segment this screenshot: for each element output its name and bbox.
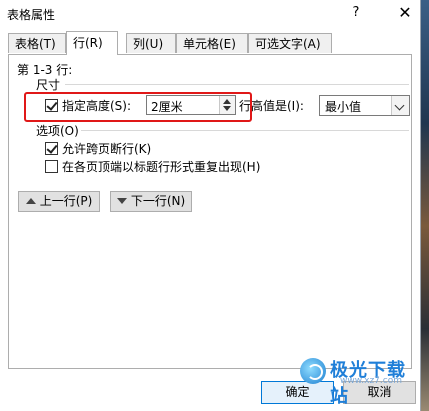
row-height-value: 2厘米 <box>151 100 183 114</box>
window-title: 表格属性 <box>7 8 56 22</box>
height-spinner[interactable] <box>219 96 235 114</box>
desktop-background <box>420 0 429 411</box>
repeat-header-checkbox[interactable] <box>45 160 58 173</box>
row-height-rule-value: 最小值 <box>325 100 362 114</box>
row-height-rule-select[interactable]: 最小值 <box>319 95 410 116</box>
options-divider <box>81 130 409 131</box>
spin-up-icon[interactable] <box>223 99 231 104</box>
previous-row-button[interactable]: 上一行(P) <box>18 191 100 212</box>
triangle-down-icon <box>116 198 127 204</box>
specify-height-checkbox[interactable] <box>45 99 58 112</box>
tab-alt-text[interactable]: 可选文字(A) <box>248 33 332 53</box>
tab-strip: 表格(T) 行(R) 列(U) 单元格(E) 可选文字(A) <box>8 31 418 55</box>
row-height-input[interactable]: 2厘米 <box>146 95 236 115</box>
chevron-down-icon[interactable] <box>391 96 409 115</box>
watermark-url: www.xz7.com <box>340 376 402 386</box>
next-row-button[interactable]: 下一行(N) <box>110 191 192 212</box>
check-icon <box>46 142 58 154</box>
close-button[interactable]: ✕ <box>393 2 417 24</box>
check-icon <box>46 99 58 111</box>
watermark-logo-icon <box>300 358 326 384</box>
options-section-heading: 选项(O) <box>36 124 79 138</box>
size-divider <box>65 84 409 85</box>
previous-row-label: 上一行(P) <box>39 194 93 208</box>
spin-down-icon[interactable] <box>223 106 231 111</box>
row-height-rule-label: 行高值是(I): <box>239 99 304 113</box>
tab-row[interactable]: 行(R) <box>66 31 118 55</box>
title-bar: 表格属性 ? ✕ <box>0 0 420 28</box>
triangle-up-icon <box>25 198 36 204</box>
allow-break-checkbox[interactable] <box>45 142 58 155</box>
allow-break-label: 允许跨页断行(K) <box>62 142 152 156</box>
specify-height-label: 指定高度(S): <box>62 99 132 113</box>
tab-table[interactable]: 表格(T) <box>8 33 66 53</box>
tab-cell[interactable]: 单元格(E) <box>176 33 248 53</box>
row-tab-panel: 第 1-3 行: 尺寸 指定高度(S): 2厘米 行高值是(I): 最小值 选项… <box>8 54 412 369</box>
table-properties-dialog: 表格属性 ? ✕ 表格(T) 行(R) 列(U) 单元格(E) 可选文字(A) … <box>0 0 421 411</box>
size-section-heading: 尺寸 <box>36 78 61 92</box>
site-watermark: 极光下载站 www.xz7.com <box>300 356 418 407</box>
help-button[interactable]: ? <box>344 2 368 24</box>
tab-column[interactable]: 列(U) <box>126 33 176 53</box>
repeat-header-label: 在各页顶端以标题行形式重复出现(H) <box>62 160 261 174</box>
next-row-label: 下一行(N) <box>130 194 186 208</box>
